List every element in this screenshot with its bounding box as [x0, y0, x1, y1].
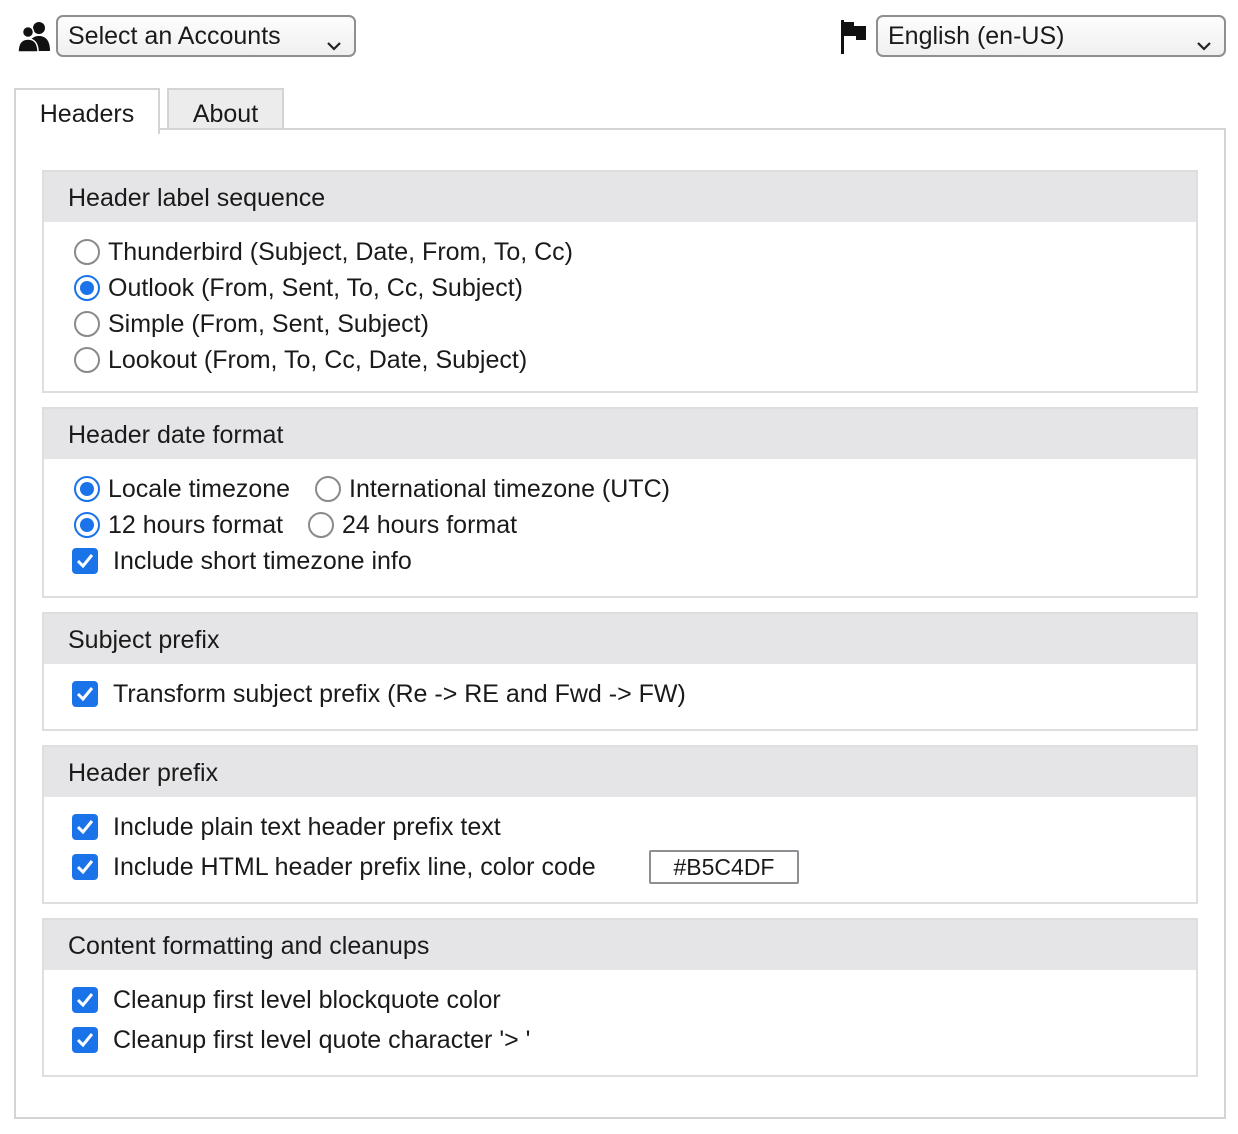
tab-headers-label: Headers — [39, 100, 135, 128]
short-timezone-row[interactable]: Include short timezone info — [44, 543, 1144, 579]
checkbox-label: Cleanup first level blockquote color — [113, 986, 501, 1014]
account-select[interactable]: Select an Accounts — [56, 15, 356, 57]
radio-label: Lookout (From, To, Cc, Date, Subject) — [108, 346, 528, 374]
chevron-down-icon — [326, 27, 342, 51]
radio-thunderbird[interactable] — [74, 239, 100, 265]
plain-text-prefix-checkbox[interactable] — [72, 814, 98, 840]
checkbox-label: Include HTML header prefix line, color c… — [113, 853, 596, 881]
toolbar: Select an Accounts English (en-US) — [0, 0, 1238, 70]
radio-utc-timezone[interactable] — [315, 476, 341, 502]
tab-headers[interactable]: Headers — [14, 88, 160, 134]
radio-label: 12 hours format — [108, 511, 284, 539]
timezone-row: Locale timezone International timezone (… — [44, 471, 1144, 507]
radio-label: Outlook (From, Sent, To, Cc, Subject) — [108, 274, 523, 302]
quote-character-row[interactable]: Cleanup first level quote character '> ' — [44, 1022, 1144, 1058]
transform-prefix-row[interactable]: Transform subject prefix (Re -> RE and F… — [44, 676, 1144, 712]
section-date-format: Header date format Locale timezone Inter… — [42, 407, 1198, 598]
checkbox-label: Cleanup first level quote character '> ' — [113, 1026, 531, 1054]
section-header-prefix: Header prefix Include plain text header … — [42, 745, 1198, 904]
radio-label: Locale timezone — [108, 475, 291, 503]
html-prefix-line-checkbox[interactable] — [72, 854, 98, 880]
radio-24-hours[interactable] — [308, 512, 334, 538]
plain-text-prefix-row[interactable]: Include plain text header prefix text — [44, 809, 1144, 845]
section-content-formatting: Content formatting and cleanups Cleanup … — [42, 918, 1198, 1077]
radio-label: Thunderbird (Subject, Date, From, To, Cc… — [108, 238, 573, 266]
radio-locale-timezone[interactable] — [74, 476, 100, 502]
section-label-sequence: Header label sequence Thunderbird (Subje… — [42, 170, 1198, 393]
radio-outlook[interactable] — [74, 275, 100, 301]
language-select[interactable]: English (en-US) — [876, 15, 1226, 57]
checkbox-label: Include plain text header prefix text — [113, 813, 501, 841]
checkbox-label: Include short timezone info — [113, 547, 412, 575]
tab-about-label: About — [192, 100, 259, 128]
radio-label: Simple (From, Sent, Subject) — [108, 310, 429, 338]
short-timezone-checkbox[interactable] — [72, 548, 98, 574]
section-title: Subject prefix — [44, 614, 1196, 664]
blockquote-color-checkbox[interactable] — [72, 987, 98, 1013]
flag-icon — [838, 18, 870, 56]
checkbox-label: Transform subject prefix (Re -> RE and F… — [113, 680, 686, 708]
tab-about[interactable]: About — [167, 88, 284, 132]
section-title: Header date format — [44, 409, 1196, 459]
radio-label: International timezone (UTC) — [349, 475, 670, 503]
blockquote-color-row[interactable]: Cleanup first level blockquote color — [44, 982, 1144, 1018]
section-title: Header prefix — [44, 747, 1196, 797]
radio-lookout[interactable] — [74, 347, 100, 373]
radio-label: 24 hours format — [342, 511, 518, 539]
radio-simple[interactable] — [74, 311, 100, 337]
account-select-value: Select an Accounts — [68, 22, 281, 50]
color-code-input[interactable]: #B5C4DF — [649, 850, 799, 884]
section-subject-prefix: Subject prefix Transform subject prefix … — [42, 612, 1198, 731]
section-title: Content formatting and cleanups — [44, 920, 1196, 970]
quote-character-checkbox[interactable] — [72, 1027, 98, 1053]
transform-prefix-checkbox[interactable] — [72, 681, 98, 707]
radio-12-hours[interactable] — [74, 512, 100, 538]
language-select-value: English (en-US) — [888, 22, 1065, 50]
section-title: Header label sequence — [44, 172, 1196, 222]
people-icon — [17, 20, 53, 54]
html-prefix-line-row: Include HTML header prefix line, color c… — [44, 849, 1144, 885]
chevron-down-icon — [1196, 27, 1212, 51]
hours-row: 12 hours format 24 hours format — [44, 507, 1144, 543]
